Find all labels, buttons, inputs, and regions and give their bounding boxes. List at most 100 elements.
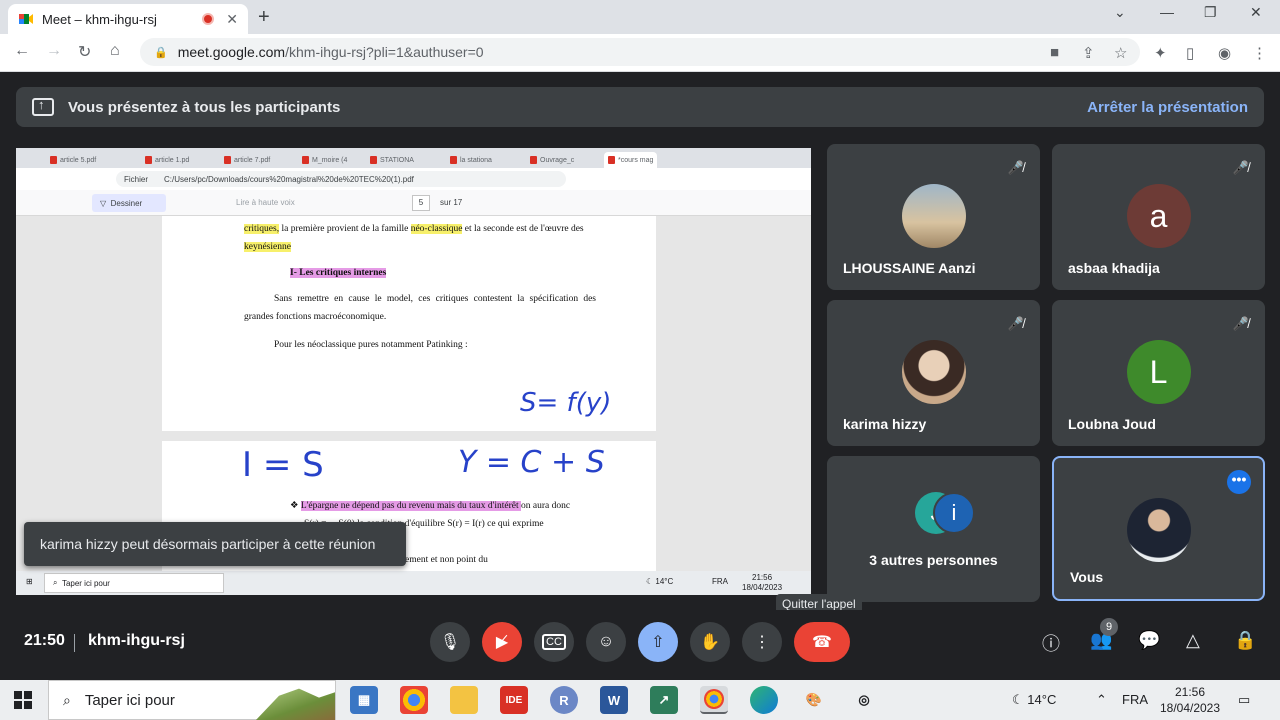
- menu-kebab-icon[interactable]: ⋮: [1252, 44, 1267, 62]
- obs-icon[interactable]: ◎: [850, 686, 878, 714]
- kebab-icon: ⋮: [754, 634, 770, 651]
- pdf-icon: [224, 156, 231, 164]
- shared-taskbar-search: ⌕ Taper ici pour: [44, 573, 224, 593]
- taskbar-search-text: Taper ici pour: [84, 691, 175, 709]
- new-tab-button[interactable]: +: [258, 6, 270, 29]
- avatar: [901, 184, 966, 248]
- notifications-icon[interactable]: ▭: [1238, 692, 1250, 708]
- meeting-clock: 21:50: [24, 632, 65, 649]
- pdf-page: critiques, la première provient de la fa…: [162, 216, 656, 431]
- pdf-icon: [608, 156, 615, 164]
- emoji-button[interactable]: ☺: [586, 622, 626, 662]
- share-icon[interactable]: ⇪: [1082, 44, 1095, 62]
- weather-widget[interactable]: ☾ 14°C: [1012, 692, 1056, 708]
- stock-chart-icon[interactable]: ↗: [650, 686, 678, 714]
- participant-tile[interactable]: 🎤̸ L Loubna Joud: [1052, 300, 1265, 446]
- shared-lang: FRA: [712, 577, 728, 586]
- profile-avatar-icon[interactable]: ◉: [1218, 44, 1231, 62]
- shared-weather: ☾ 14°C: [646, 577, 674, 586]
- mic-muted-icon: 🎤̸: [1232, 160, 1249, 175]
- participant-tile[interactable]: 🎤̸ LHOUSSAINE Aanzi: [827, 144, 1040, 290]
- mic-muted-icon: 🎤̸: [1232, 316, 1249, 331]
- host-controls-icon[interactable]: 🔒: [1234, 630, 1256, 651]
- participant-name: asbaa khadija: [1068, 260, 1160, 276]
- draw-tool: ▽ Dessiner: [92, 194, 166, 212]
- file-explorer-icon[interactable]: [450, 686, 478, 714]
- windows-start-icon: ⊞: [26, 577, 33, 586]
- url-bar[interactable]: 🔒 meet.google.com /khm-ihgu-rsj?pli=1&au…: [140, 38, 1140, 66]
- edge-icon[interactable]: [750, 686, 778, 714]
- read-aloud-label: Lire à haute voix: [236, 198, 295, 207]
- tab-search-icon[interactable]: ⌄: [1114, 4, 1126, 21]
- side-panel-icon[interactable]: ▯: [1186, 44, 1194, 62]
- minimize-icon[interactable]: —: [1160, 4, 1174, 20]
- shared-tab: article 7.pdf: [220, 152, 274, 168]
- windows-taskbar: ⌕ Taper ici pour ▦ IDE R W ↗ 🎨 ◎ ☾ 14°C …: [0, 680, 1280, 720]
- captions-button[interactable]: CC: [534, 622, 574, 662]
- extensions-icon[interactable]: ✦: [1154, 44, 1167, 62]
- participant-tile[interactable]: 🎤̸ karima hizzy: [827, 300, 1040, 446]
- browser-tab-meet[interactable]: Meet – khm-ihgu-rsj ✕: [8, 4, 248, 34]
- participant-tile[interactable]: 🎤̸ a asbaa khadija: [1052, 144, 1265, 290]
- divider: [74, 634, 75, 652]
- home-icon[interactable]: ⌂: [110, 42, 120, 60]
- close-tab-icon[interactable]: ✕: [226, 11, 238, 28]
- chrome-active-icon[interactable]: [700, 686, 728, 714]
- language-indicator[interactable]: FRA: [1122, 692, 1148, 707]
- raise-hand-button[interactable]: ✋: [690, 622, 730, 662]
- back-icon[interactable]: ←: [14, 42, 30, 60]
- present-button[interactable]: ⇧: [638, 622, 678, 662]
- people-count-badge: 9: [1100, 618, 1118, 636]
- paint-icon[interactable]: 🎨: [800, 686, 828, 714]
- section-heading: I- Les critiques internes: [290, 268, 387, 278]
- close-window-icon[interactable]: ✕: [1250, 4, 1262, 21]
- chrome-icon[interactable]: [400, 686, 428, 714]
- r-icon[interactable]: R: [550, 686, 578, 714]
- reload-icon[interactable]: ↻: [78, 42, 91, 62]
- shared-tab: M_moire (4: [298, 152, 351, 168]
- stop-presenting-button[interactable]: Arrêter la présentation: [1087, 99, 1248, 116]
- pdf-icon: [450, 156, 457, 164]
- shared-tab: article 1.pd: [141, 152, 193, 168]
- browser-tab-strip: Meet – khm-ihgu-rsj ✕ + ⌄ — ❐ ✕: [0, 0, 1280, 34]
- handwritten-annotation: I = S: [242, 445, 324, 485]
- windows-start-icon[interactable]: [14, 691, 32, 709]
- search-highlight-image: [255, 688, 335, 720]
- shared-clock: 21:56 18/04/2023: [742, 573, 783, 592]
- forward-icon[interactable]: →: [46, 42, 62, 60]
- info-icon[interactable]: ⓘ: [1042, 630, 1060, 656]
- others-tile[interactable]: J i 3 autres personnes: [827, 456, 1040, 602]
- camera-icon[interactable]: ■: [1050, 44, 1059, 61]
- page-text: ❖ L'épargne ne dépend pas du revenu mais…: [290, 501, 571, 511]
- shared-tab: Ouvrage_c: [526, 152, 578, 168]
- activities-icon[interactable]: △: [1186, 630, 1200, 651]
- join-notification-toast: karima hizzy peut désormais participer à…: [24, 522, 406, 566]
- restore-icon[interactable]: ❐: [1204, 4, 1217, 21]
- word-icon[interactable]: W: [600, 686, 628, 714]
- more-options-button[interactable]: •••: [1227, 470, 1251, 494]
- more-options-button[interactable]: ⋮: [742, 622, 782, 662]
- system-clock[interactable]: 21:56 18/04/2023: [1150, 684, 1230, 716]
- page-number: 5: [412, 195, 430, 211]
- microphone-button[interactable]: 🎙: [430, 622, 470, 662]
- avatar: [1126, 498, 1191, 562]
- taskbar-search[interactable]: ⌕ Taper ici pour: [48, 680, 336, 720]
- page-text: Pour les néoclassique pures notamment Pa…: [274, 340, 468, 350]
- camera-off-button[interactable]: ▶̸: [482, 622, 522, 662]
- shared-taskbar: ⊞ ⌕ Taper ici pour ☾ 14°C FRA 21:56 18/04…: [16, 571, 811, 595]
- handwritten-annotation: S= f(y): [520, 388, 612, 418]
- presenting-text: Vous présentez à tous les participants: [68, 98, 341, 116]
- bookmark-star-icon[interactable]: ☆: [1114, 44, 1127, 62]
- google-meet-icon: [19, 14, 33, 24]
- present-icon: ⇧: [651, 634, 665, 651]
- ide-icon[interactable]: IDE: [500, 686, 528, 714]
- task-view-icon[interactable]: ▦: [350, 686, 378, 714]
- pdf-toolbar: ▽ Dessiner Lire à haute voix 5 sur 17: [16, 190, 811, 216]
- tray-chevron-icon[interactable]: ⌃: [1096, 692, 1107, 708]
- self-tile[interactable]: ••• Vous: [1052, 456, 1265, 601]
- camera-off-icon: ▶̸: [495, 634, 509, 651]
- shared-browser-tabs: article 5.pdf article 1.pd article 7.pdf…: [16, 148, 811, 168]
- chat-icon[interactable]: 💬: [1138, 630, 1160, 651]
- microphone-icon: 🎙: [439, 634, 461, 651]
- leave-call-button[interactable]: ☎: [794, 622, 850, 662]
